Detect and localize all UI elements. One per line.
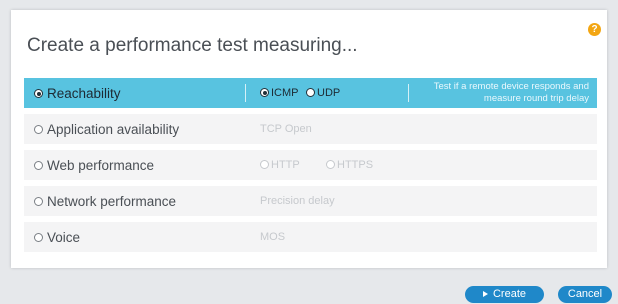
icmp-option[interactable]: ICMP <box>260 87 299 99</box>
http-radio <box>260 160 269 169</box>
option-row-voice[interactable]: Voice MOS <box>24 222 597 252</box>
dialog-title: Create a performance test measuring... <box>27 35 358 56</box>
application-availability-radio[interactable] <box>34 125 43 134</box>
voice-detail: MOS <box>260 231 286 243</box>
column-divider <box>245 84 246 102</box>
network-performance-radio[interactable] <box>34 197 43 206</box>
reachability-radio[interactable] <box>34 89 43 98</box>
https-label: HTTPS <box>337 159 374 171</box>
application-availability-detail: TCP Open <box>260 123 312 135</box>
option-label-application-availability: Application availability <box>47 122 180 137</box>
option-label-web-performance: Web performance <box>47 158 155 173</box>
icmp-label: ICMP <box>271 87 299 99</box>
cancel-button-label: Cancel <box>567 288 603 300</box>
option-label-network-performance: Network performance <box>47 194 177 209</box>
icmp-radio[interactable] <box>260 88 269 97</box>
network-performance-detail: Precision delay <box>260 195 335 207</box>
udp-option[interactable]: UDP <box>306 87 340 99</box>
help-icon[interactable]: ? <box>588 23 601 36</box>
option-row-reachability[interactable]: Reachability ICMP UDP Test if a remote d… <box>24 78 597 108</box>
cancel-button[interactable]: Cancel <box>558 286 612 303</box>
option-row-web-performance[interactable]: Web performance HTTP HTTPS <box>24 150 597 180</box>
voice-radio[interactable] <box>34 233 43 242</box>
option-label-voice: Voice <box>47 230 81 245</box>
create-button-label: Create <box>492 288 527 300</box>
option-row-network-performance[interactable]: Network performance Precision delay <box>24 186 597 216</box>
http-option: HTTP <box>260 159 300 171</box>
udp-label: UDP <box>317 87 341 99</box>
reachability-description: Test if a remote device responds and mea… <box>433 81 589 104</box>
https-radio <box>326 160 335 169</box>
play-icon <box>482 291 488 297</box>
create-performance-test-dialog: ? Create a performance test measuring...… <box>11 10 607 268</box>
https-option: HTTPS <box>326 159 373 171</box>
option-label-reachability: Reachability <box>47 86 121 101</box>
dialog-footer: Create Cancel <box>0 268 618 304</box>
option-row-application-availability[interactable]: Application availability TCP Open <box>24 114 597 144</box>
create-button[interactable]: Create <box>465 286 544 303</box>
web-performance-radio[interactable] <box>34 161 43 170</box>
test-type-options: Reachability ICMP UDP Test if a remote d… <box>24 78 597 258</box>
udp-radio[interactable] <box>306 88 315 97</box>
http-label: HTTP <box>271 159 300 171</box>
